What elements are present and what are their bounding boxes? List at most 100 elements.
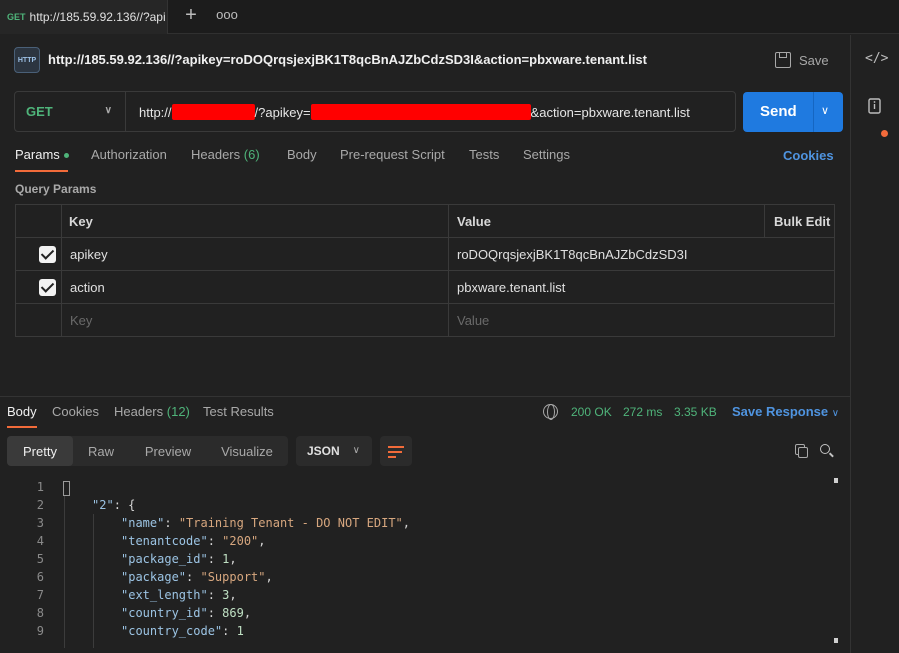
table-header-row: Key Value Bulk Edit xyxy=(16,205,834,238)
document-info-icon[interactable] xyxy=(865,97,885,117)
tab-method: GET xyxy=(7,12,26,22)
tab-headers-label: Headers xyxy=(191,147,241,162)
tab-authorization[interactable]: Authorization xyxy=(91,147,167,162)
key-column-header: Key xyxy=(69,213,93,229)
mode-visualize[interactable]: Visualize xyxy=(209,436,285,466)
code-value: "Support" xyxy=(200,570,266,584)
send-label: Send xyxy=(760,103,797,120)
new-tab-plus-icon[interactable]: + xyxy=(180,5,202,27)
redaction-box xyxy=(310,104,531,120)
response-tab-body[interactable]: Body xyxy=(7,404,37,419)
checkbox-checked-icon xyxy=(39,245,56,263)
more-options-icon[interactable]: ooo xyxy=(216,5,238,27)
response-tab-cookies[interactable]: Cookies xyxy=(52,404,99,419)
line-number: 7 xyxy=(36,588,44,602)
status-code[interactable]: 200 OK xyxy=(571,405,612,419)
query-params-title: Query Params xyxy=(15,182,97,196)
tab-params[interactable]: Params xyxy=(15,147,69,162)
new-value-input[interactable]: Value xyxy=(457,304,489,336)
copy-icon[interactable] xyxy=(795,444,809,458)
scrollbar-top-thumb[interactable] xyxy=(834,478,838,483)
new-key-input[interactable]: Key xyxy=(70,304,92,336)
param-value[interactable]: pbxware.tenant.list xyxy=(457,271,565,303)
bracket-fold-marker[interactable] xyxy=(63,481,70,496)
response-divider[interactable] xyxy=(0,396,850,397)
code-key: "package_id" xyxy=(121,552,208,566)
tab-title: http://185.59.92.136//?api xyxy=(29,10,166,24)
response-body-viewer[interactable]: 1 2 3 4 5 6 7 8 9 "2": { "name": "Traini… xyxy=(0,478,840,648)
save-response-label: Save Response xyxy=(732,404,829,419)
save-button[interactable]: Save xyxy=(775,50,829,70)
send-options-chevron-icon[interactable]: ∨ xyxy=(821,104,829,117)
code-line: "2": { xyxy=(92,498,136,512)
format-select[interactable]: JSON ∨ xyxy=(296,436,372,466)
code-scrollbar[interactable] xyxy=(834,478,838,644)
tab-headers[interactable]: Headers (6) xyxy=(191,147,260,162)
save-response-button[interactable]: Save Response ∨ xyxy=(732,404,839,419)
code-line: "ext_length": 3, xyxy=(121,588,237,602)
tab-pre-request-script[interactable]: Pre-request Script xyxy=(340,147,445,162)
method-select[interactable]: GET ∨ xyxy=(15,92,126,131)
response-headers-count: (12) xyxy=(166,404,190,419)
globe-icon[interactable] xyxy=(543,404,558,420)
value-column-header: Value xyxy=(457,213,491,229)
param-value[interactable]: roDOQrqsjexjBK1T8qcBnAJZbCdzSD3I xyxy=(457,238,687,270)
code-line: "country_id": 869, xyxy=(121,606,252,620)
request-tab[interactable]: GET http://185.59.92.136//?api xyxy=(0,0,168,34)
save-icon xyxy=(775,52,791,68)
line-number: 8 xyxy=(36,606,44,620)
response-tab-test-results[interactable]: Test Results xyxy=(203,404,274,419)
tab-params-label: Params xyxy=(15,147,60,162)
send-divider xyxy=(813,92,814,132)
chevron-down-icon: ∨ xyxy=(104,105,112,116)
line-number: 6 xyxy=(36,570,44,584)
mode-preview[interactable]: Preview xyxy=(131,436,205,466)
line-number: 4 xyxy=(36,534,44,548)
tab-settings[interactable]: Settings xyxy=(523,147,570,162)
line-number: 3 xyxy=(36,516,44,530)
response-size[interactable]: 3.35 KB xyxy=(674,405,717,419)
mode-raw[interactable]: Raw xyxy=(75,436,127,466)
url-prefix: http:// xyxy=(139,104,172,120)
mode-pretty[interactable]: Pretty xyxy=(7,436,73,466)
response-time[interactable]: 272 ms xyxy=(623,405,662,419)
send-button[interactable]: Send ∨ xyxy=(743,92,843,132)
wrap-icon-line xyxy=(388,451,402,453)
tab-tests[interactable]: Tests xyxy=(469,147,499,162)
param-key[interactable]: apikey xyxy=(70,238,108,270)
url-suffix: &action=pbxware.tenant.list xyxy=(530,104,690,120)
params-indicator-dot xyxy=(63,153,69,159)
response-headers-label: Headers xyxy=(114,404,164,419)
code-key: "country_id" xyxy=(121,606,208,620)
view-mode-bar: Pretty Raw Preview Visualize xyxy=(7,436,288,466)
table-row: apikey roDOQrqsjexjBK1T8qcBnAJZbCdzSD3I xyxy=(16,238,834,271)
scrollbar-bottom-thumb[interactable] xyxy=(834,638,838,643)
row-checkbox[interactable] xyxy=(39,238,56,270)
url-bar: GET ∨ http:// /?apikey= &action=pbxware.… xyxy=(14,91,736,132)
active-tab-underline xyxy=(15,170,68,172)
save-label: Save xyxy=(799,52,829,68)
wrap-icon-line xyxy=(388,456,396,458)
param-key[interactable]: action xyxy=(70,271,105,303)
cookies-link[interactable]: Cookies xyxy=(783,148,834,163)
url-input[interactable]: http:// /?apikey= &action=pbxware.tenant… xyxy=(139,104,690,120)
tab-body[interactable]: Body xyxy=(287,147,317,162)
response-tab-headers[interactable]: Headers (12) xyxy=(114,404,190,419)
code-value: 869 xyxy=(222,606,244,620)
http-icon: HTTP xyxy=(14,47,40,73)
code-value: 1 xyxy=(236,624,244,638)
wrap-icon-line xyxy=(388,446,404,448)
code-line: "package_id": 1, xyxy=(121,552,237,566)
url-middle: /?apikey= xyxy=(254,104,311,120)
code-icon[interactable]: </> xyxy=(865,49,888,69)
row-checkbox[interactable] xyxy=(39,271,56,303)
code-key: "ext_length" xyxy=(121,588,208,602)
search-icon[interactable] xyxy=(820,444,834,458)
redaction-box xyxy=(171,104,255,120)
indent-guide xyxy=(64,496,65,648)
chevron-down-icon: ∨ xyxy=(352,445,360,456)
wrap-lines-button[interactable] xyxy=(380,436,412,466)
bulk-edit-button[interactable]: Bulk Edit xyxy=(774,205,830,237)
request-title[interactable]: http://185.59.92.136//?apikey=roDOQrqsje… xyxy=(48,52,647,67)
indent-guide xyxy=(93,514,94,648)
